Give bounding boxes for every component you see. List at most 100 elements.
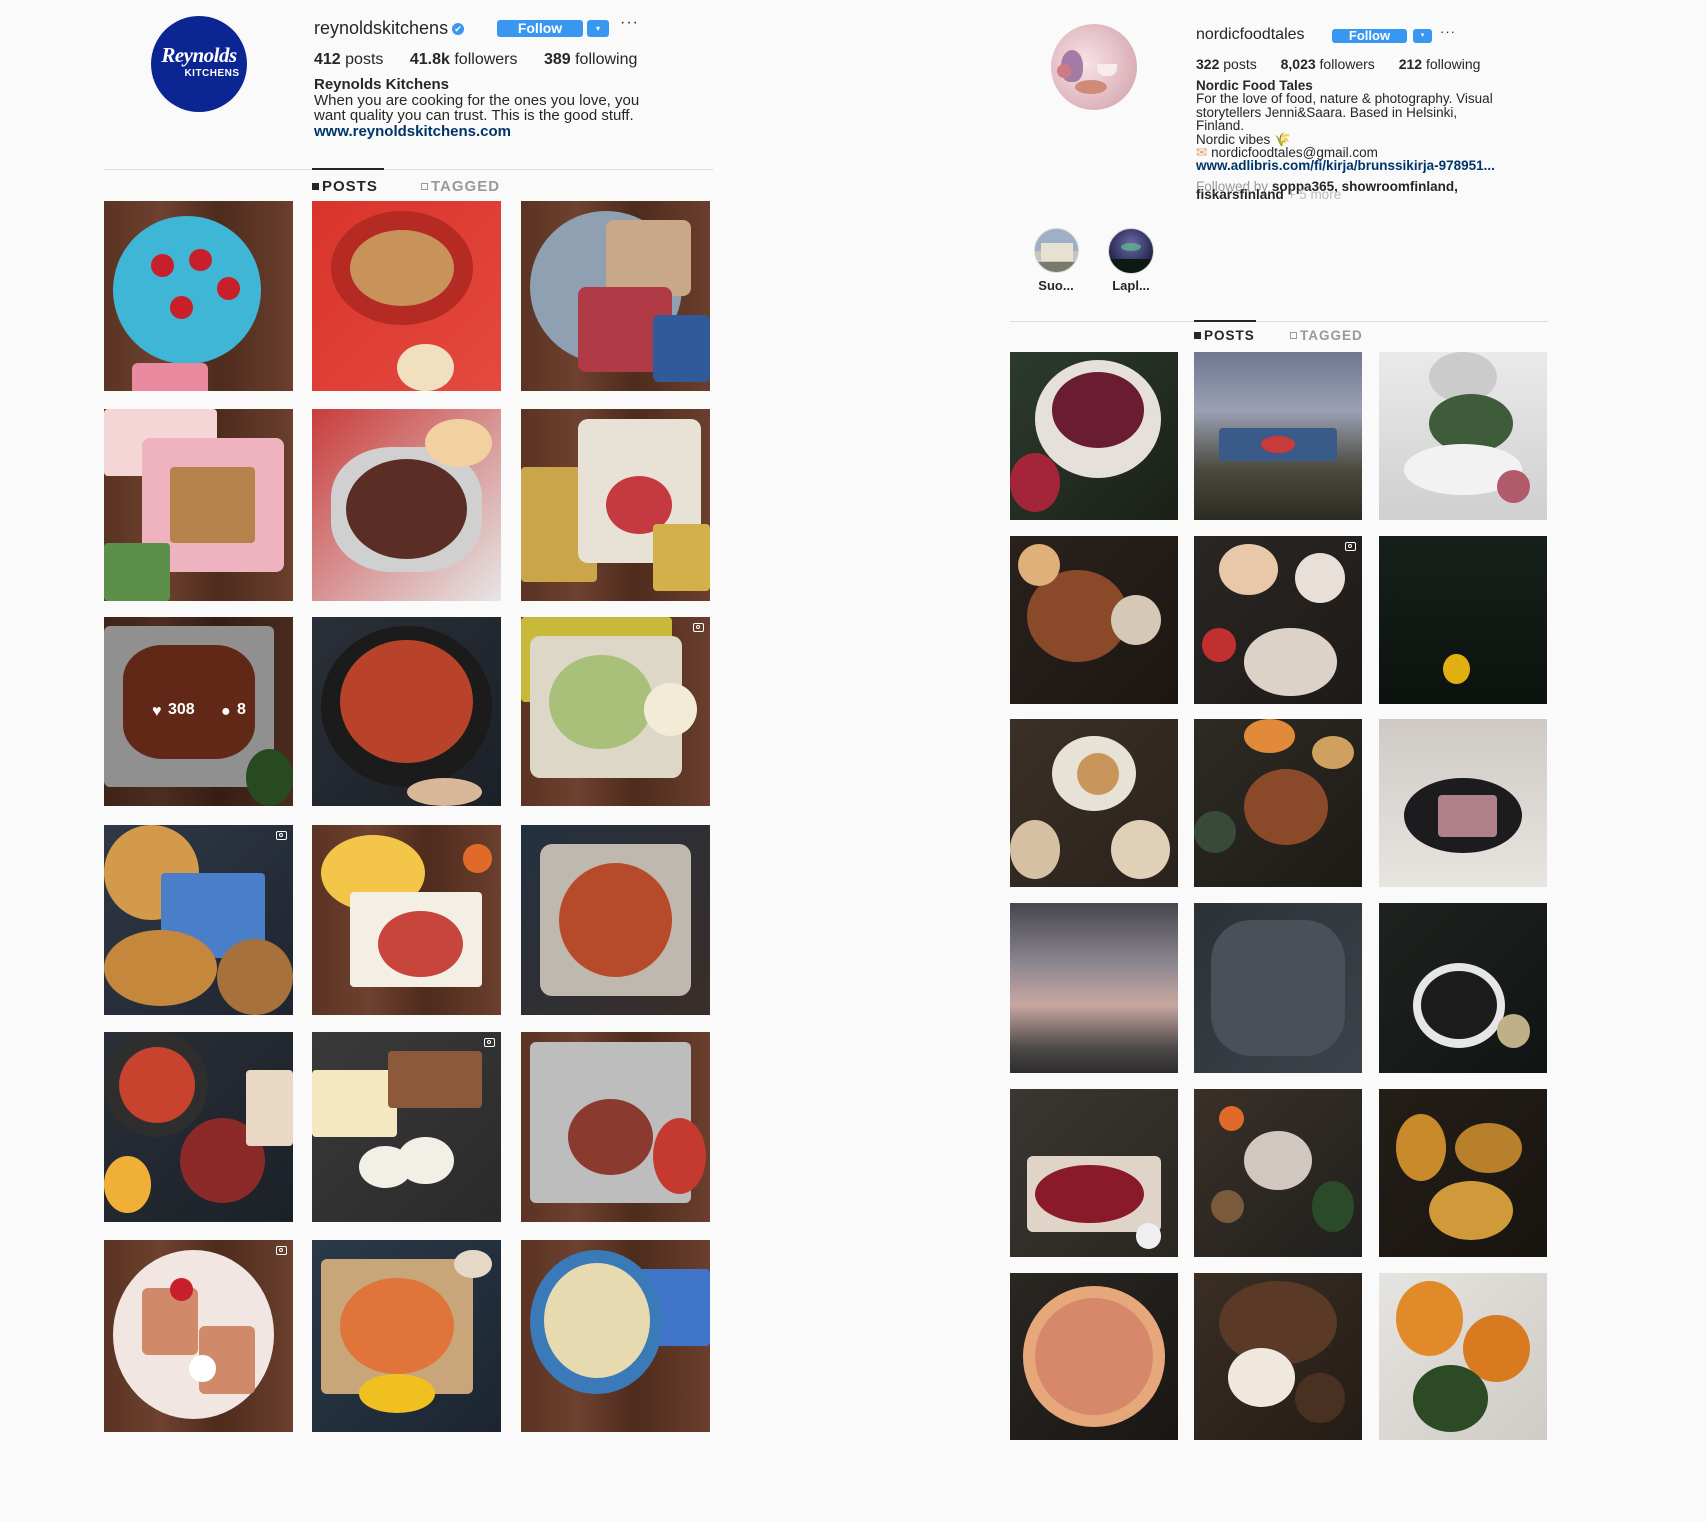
video-icon xyxy=(1345,542,1356,551)
video-icon xyxy=(276,831,287,840)
bio-text-line: For the love of food, nature & photograp… xyxy=(1196,91,1493,107)
username[interactable]: nordicfoodtales xyxy=(1196,26,1305,44)
username[interactable]: reynoldskitchens xyxy=(314,18,448,38)
video-icon xyxy=(276,1246,287,1255)
tab-active-indicator xyxy=(1194,320,1256,322)
highlight-suomi[interactable] xyxy=(1034,228,1079,273)
post-thumbnail[interactable] xyxy=(521,825,710,1015)
dropdown-icon[interactable]: ▾ xyxy=(1413,29,1432,43)
profile-stats: 322 posts 8,023 followers 212 following xyxy=(1196,56,1480,72)
full-name: Reynolds Kitchens xyxy=(314,76,450,93)
profile-username-row: reynoldskitchens ✔ xyxy=(314,18,465,39)
followed-by-more: + 5 more xyxy=(1287,187,1342,202)
following-count[interactable]: 389 following xyxy=(544,51,637,68)
bio-text-line: Finland. xyxy=(1196,118,1245,134)
email-line: ✉ nordicfoodtales@gmail.com xyxy=(1196,146,1495,160)
profile-bio: Nordic Food Tales For the love of food, … xyxy=(1196,79,1495,173)
comments-count: 8 xyxy=(237,701,246,718)
post-thumbnail[interactable] xyxy=(1379,536,1547,704)
grid-icon xyxy=(312,183,319,190)
follow-button[interactable]: Follow xyxy=(497,20,583,37)
post-thumbnail[interactable] xyxy=(521,1240,710,1432)
post-thumbnail[interactable] xyxy=(1010,352,1178,520)
post-thumbnail[interactable] xyxy=(1194,903,1362,1073)
profile-stats: 412 posts 41.8k followers 389 following xyxy=(314,51,637,69)
post-thumbnail[interactable] xyxy=(521,201,710,391)
bio-text-line: When you are cooking for the ones you lo… xyxy=(314,91,640,109)
tab-tagged[interactable]: TAGGED xyxy=(1290,328,1363,343)
post-thumbnail[interactable] xyxy=(1010,536,1178,704)
bio-text-line: want quality you can trust. This is the … xyxy=(314,107,634,124)
highlight-label: Lapl... xyxy=(1112,278,1150,293)
grid-icon xyxy=(1194,332,1201,339)
tag-icon xyxy=(421,183,428,190)
profile-avatar-reynolds[interactable]: Reynolds KITCHENS xyxy=(151,16,247,112)
posts-count: 412 posts xyxy=(314,51,384,68)
post-thumbnail[interactable] xyxy=(1010,1273,1178,1440)
posts-count: 322 posts xyxy=(1196,56,1257,72)
post-thumbnail[interactable] xyxy=(1379,903,1547,1073)
video-icon xyxy=(484,1038,495,1047)
post-thumbnail[interactable] xyxy=(312,1032,501,1222)
follow-button[interactable]: Follow xyxy=(1332,29,1407,43)
post-thumbnail[interactable] xyxy=(1379,1273,1547,1440)
profile-bio: Reynolds Kitchens When you are cooking f… xyxy=(314,77,639,139)
post-thumbnail[interactable] xyxy=(104,201,293,391)
tab-tagged[interactable]: TAGGED xyxy=(421,178,500,195)
website-link[interactable]: www.reynoldskitchens.com xyxy=(314,123,639,140)
tag-icon xyxy=(1290,332,1297,339)
post-thumbnail[interactable] xyxy=(1194,1273,1362,1440)
tabs-divider xyxy=(104,169,713,170)
post-thumbnail[interactable] xyxy=(1194,352,1362,520)
bio-text-line: Nordic vibes 🌾 xyxy=(1196,131,1291,147)
post-thumbnail[interactable] xyxy=(312,1240,501,1432)
post-thumbnail[interactable] xyxy=(104,1240,293,1432)
post-thumbnail[interactable] xyxy=(1010,903,1178,1073)
post-thumbnail[interactable] xyxy=(312,201,501,391)
post-thumbnail[interactable] xyxy=(1194,1089,1362,1257)
post-thumbnail[interactable] xyxy=(1379,352,1547,520)
post-thumbnail[interactable] xyxy=(312,617,501,806)
following-count[interactable]: 212 following xyxy=(1399,56,1481,72)
post-thumbnail[interactable] xyxy=(1010,1089,1178,1257)
post-thumbnail[interactable] xyxy=(104,1032,293,1222)
post-thumbnail[interactable]: ♥ 308 ● 8 xyxy=(104,617,293,806)
post-thumbnail[interactable] xyxy=(1379,719,1547,887)
post-thumbnail[interactable] xyxy=(521,409,710,601)
tab-active-indicator xyxy=(312,168,384,170)
heart-icon: ♥ xyxy=(152,703,162,720)
tab-posts[interactable]: POSTS xyxy=(1194,328,1255,343)
post-thumbnail[interactable] xyxy=(521,1032,710,1222)
highlight-label: Suo... xyxy=(1038,278,1074,293)
dropdown-icon[interactable]: ▾ xyxy=(587,20,609,37)
post-thumbnail[interactable] xyxy=(104,825,293,1015)
post-thumbnail[interactable] xyxy=(312,825,501,1015)
full-name: Nordic Food Tales xyxy=(1196,78,1313,93)
followers-count[interactable]: 41.8k followers xyxy=(410,51,518,68)
bio-text-line: storytellers Jenni&Saara. Based in Helsi… xyxy=(1196,104,1458,120)
followed-by-name: fiskarsfinland xyxy=(1196,187,1284,202)
followed-by-line-2[interactable]: fiskarsfinland + 5 more xyxy=(1196,187,1341,202)
highlight-lapland[interactable] xyxy=(1108,228,1154,274)
website-link[interactable]: www.adlibris.com/fi/kirja/brunssikirja-9… xyxy=(1196,159,1495,173)
post-thumbnail[interactable] xyxy=(1379,1089,1547,1257)
tab-posts[interactable]: POSTS xyxy=(312,178,378,195)
comment-icon: ● xyxy=(221,703,231,720)
post-hover-overlay: ♥ 308 ● 8 xyxy=(104,617,293,806)
tabs-divider xyxy=(1010,321,1548,322)
likes-count: 308 xyxy=(168,701,195,718)
post-thumbnail[interactable] xyxy=(104,409,293,601)
more-icon[interactable]: ··· xyxy=(620,14,639,32)
followers-count[interactable]: 8,023 followers xyxy=(1281,56,1375,72)
post-thumbnail[interactable] xyxy=(1194,719,1362,887)
video-icon xyxy=(693,623,704,632)
avatar-logo-text: Reynolds xyxy=(161,43,237,67)
post-thumbnail[interactable] xyxy=(521,617,710,806)
post-thumbnail[interactable] xyxy=(1194,536,1362,704)
post-thumbnail[interactable] xyxy=(312,409,501,601)
verified-icon: ✔ xyxy=(452,23,465,35)
more-icon[interactable]: ··· xyxy=(1440,24,1456,39)
post-thumbnail[interactable] xyxy=(1010,719,1178,887)
avatar-logo-subtext: KITCHENS xyxy=(184,68,240,79)
profile-avatar-nordic[interactable] xyxy=(1051,24,1137,110)
